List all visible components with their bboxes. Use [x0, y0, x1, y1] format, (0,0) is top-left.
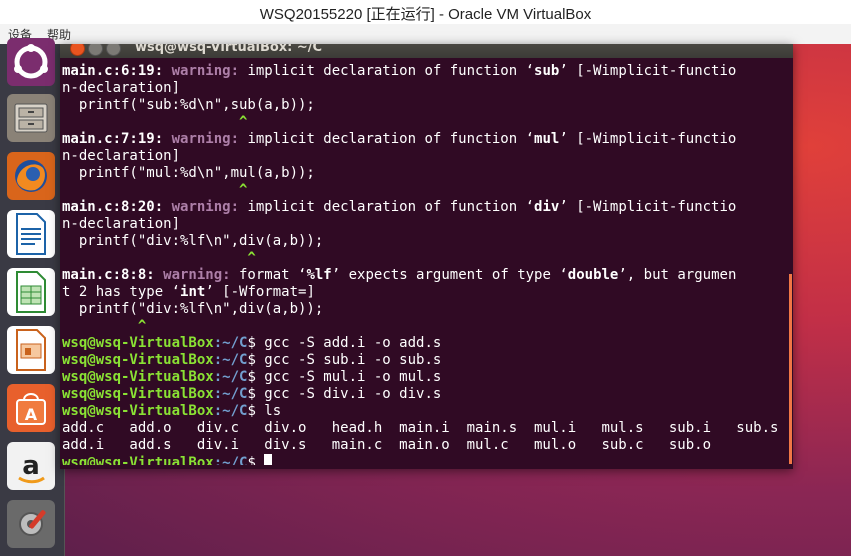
settings-icon[interactable] [7, 500, 55, 548]
command-line: wsq@wsq-VirtualBox:~/C$ gcc -S add.i -o … [62, 335, 442, 351]
caret-line: ^ [62, 182, 248, 198]
svg-text:A: A [25, 405, 38, 424]
virtualbox-titlebar: WSQ20155220 [正在运行] - Oracle VM VirtualBo… [0, 0, 851, 24]
active-prompt[interactable]: wsq@wsq-VirtualBox:~/C$ [62, 454, 273, 465]
warning-continuation: n-declaration] [62, 148, 181, 164]
ubuntu-icon[interactable] [7, 38, 55, 86]
files-icon[interactable] [7, 94, 55, 142]
source-line: printf("mul:%d\n",mul(a,b)); [62, 165, 315, 181]
warning-continuation: t 2 has type ‘int’ [-Wformat=] [62, 284, 315, 300]
terminal-title: wsq@wsq-VirtualBox: ~/C [135, 44, 323, 55]
source-line: printf("div:%lf\n",div(a,b)); [62, 301, 324, 317]
terminal-scrollbar[interactable] [789, 274, 792, 464]
svg-text:a: a [22, 451, 40, 481]
warning-continuation: n-declaration] [62, 80, 181, 96]
software-center-icon[interactable]: A [7, 384, 55, 432]
warning-line: main.c:8:8: warning: format ‘%lf’ expect… [62, 267, 737, 283]
writer-icon[interactable] [7, 210, 55, 258]
command-line: wsq@wsq-VirtualBox:~/C$ ls [62, 403, 282, 419]
warning-line: main.c:6:19: warning: implicit declarati… [62, 63, 737, 79]
source-line: printf("div:%lf\n",div(a,b)); [62, 233, 324, 249]
amazon-icon[interactable]: a [7, 442, 55, 490]
terminal-window[interactable]: wsq@wsq-VirtualBox: ~/C main.c:6:19: war… [60, 44, 793, 469]
minimize-icon[interactable] [88, 44, 103, 56]
text-cursor [264, 454, 273, 465]
unity-launcher: A a [0, 38, 65, 556]
caret-line: ^ [62, 318, 147, 334]
terminal-output[interactable]: main.c:6:19: warning: implicit declarati… [60, 60, 793, 465]
command-line: wsq@wsq-VirtualBox:~/C$ gcc -S sub.i -o … [62, 352, 442, 368]
command-line: wsq@wsq-VirtualBox:~/C$ gcc -S mul.i -o … [62, 369, 442, 385]
ls-output-row: add.i add.s div.i div.s main.c main.o mu… [62, 437, 712, 453]
warning-continuation: n-declaration] [62, 216, 181, 232]
warning-line: main.c:8:20: warning: implicit declarati… [62, 199, 737, 215]
close-icon[interactable] [70, 44, 85, 56]
impress-icon[interactable] [7, 326, 55, 374]
virtualbox-menubar: 设备 帮助 [0, 24, 851, 44]
caret-line: ^ [62, 114, 248, 130]
calc-icon[interactable] [7, 268, 55, 316]
warning-line: main.c:7:19: warning: implicit declarati… [62, 131, 737, 147]
ls-output-row: add.c add.o div.c div.o head.h main.i ma… [62, 420, 779, 436]
caret-line: ^ [62, 250, 256, 266]
firefox-icon[interactable] [7, 152, 55, 200]
command-line: wsq@wsq-VirtualBox:~/C$ gcc -S div.i -o … [62, 386, 442, 402]
source-line: printf("sub:%d\n",sub(a,b)); [62, 97, 315, 113]
maximize-icon[interactable] [106, 44, 121, 56]
terminal-titlebar: wsq@wsq-VirtualBox: ~/C [60, 44, 793, 58]
window-title: WSQ20155220 [正在运行] - Oracle VM VirtualBo… [259, 6, 592, 23]
